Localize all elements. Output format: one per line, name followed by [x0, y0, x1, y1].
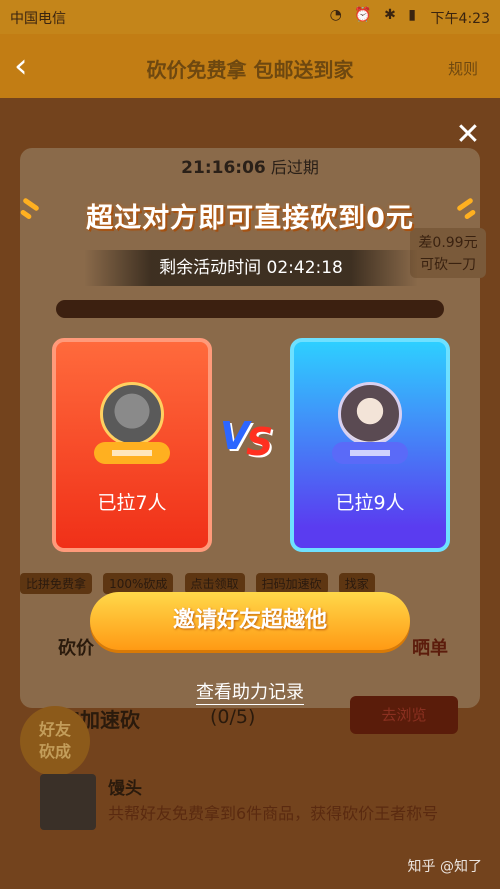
- rules-link[interactable]: 规则: [448, 58, 478, 79]
- name-tag: [94, 442, 170, 464]
- clock: 下午4:23: [430, 11, 490, 27]
- friend-badge-line1: 好友: [38, 720, 71, 739]
- self-panel: 已拉9人: [290, 338, 450, 552]
- name-tag: [332, 442, 408, 464]
- difference-line1: 差0.99元: [418, 235, 478, 251]
- vs-s: S: [246, 420, 274, 464]
- record-link-wrap: 查看助力记录: [0, 678, 500, 705]
- avatar: [40, 774, 96, 830]
- friend-badge-line2: 砍成: [38, 742, 71, 761]
- menu-item: 100%砍成: [103, 573, 174, 594]
- friend-badge: 好友 砍成: [20, 706, 90, 776]
- avatar: [100, 382, 164, 446]
- remaining-time: 剩余活动时间 02:42:18: [84, 250, 418, 286]
- view-record-link[interactable]: 查看助力记录: [196, 682, 304, 705]
- expire-suffix: 后过期: [270, 158, 319, 177]
- menu-item: 找家: [338, 573, 375, 594]
- difference-line2: 可砍一刀: [420, 257, 476, 273]
- left-count: 已拉7人: [97, 492, 167, 514]
- remaining-label: 剩余活动时间: [159, 258, 262, 278]
- opponent-panel: 已拉7人: [52, 338, 212, 552]
- nav-bar: ‹ 砍价免费拿 包邮送到家 规则: [0, 34, 500, 98]
- menu-item: 比拼免费拿: [20, 573, 93, 594]
- progress-bar: [56, 300, 444, 318]
- invite-friends-button[interactable]: 邀请好友超越他: [90, 592, 410, 650]
- user-description: 共帮好友免费拿到6件商品，获得砍价王者称号: [108, 804, 439, 823]
- vs-v: V: [220, 414, 250, 458]
- tab-showcase: 晒单: [412, 638, 448, 659]
- menu-item: 扫码加速砍: [255, 573, 328, 594]
- accelerate-count: (0/5): [210, 706, 256, 728]
- menu-item: 点击领取: [184, 573, 245, 594]
- remaining-value: 02:42:18: [266, 258, 343, 278]
- page-title: 砍价免费拿 包邮送到家: [146, 58, 354, 82]
- status-icons: ◔ ⏰ ✱ ▮: [329, 7, 420, 23]
- tab-bargain: 砍价: [58, 638, 94, 659]
- avatar: [338, 382, 402, 446]
- sparkle-right-icon: [452, 196, 478, 222]
- user-name: 馒头: [108, 779, 142, 799]
- carrier-label: 中国电信: [10, 11, 66, 27]
- watermark: 知乎 @知了: [407, 859, 482, 875]
- modal-headline: 超过对方即可直接砍到0元: [86, 203, 414, 234]
- status-bar: 中国电信 ◔ ⏰ ✱ ▮ 下午4:23: [0, 0, 500, 34]
- right-count: 已拉9人: [335, 492, 405, 514]
- difference-badge: 差0.99元 可砍一刀: [410, 228, 486, 278]
- expire-time: 21:16:06: [181, 158, 266, 178]
- expire-timer: 21:16:06 后过期: [20, 154, 480, 178]
- close-icon[interactable]: ✕: [452, 120, 484, 152]
- vs-icon: V S: [218, 414, 282, 466]
